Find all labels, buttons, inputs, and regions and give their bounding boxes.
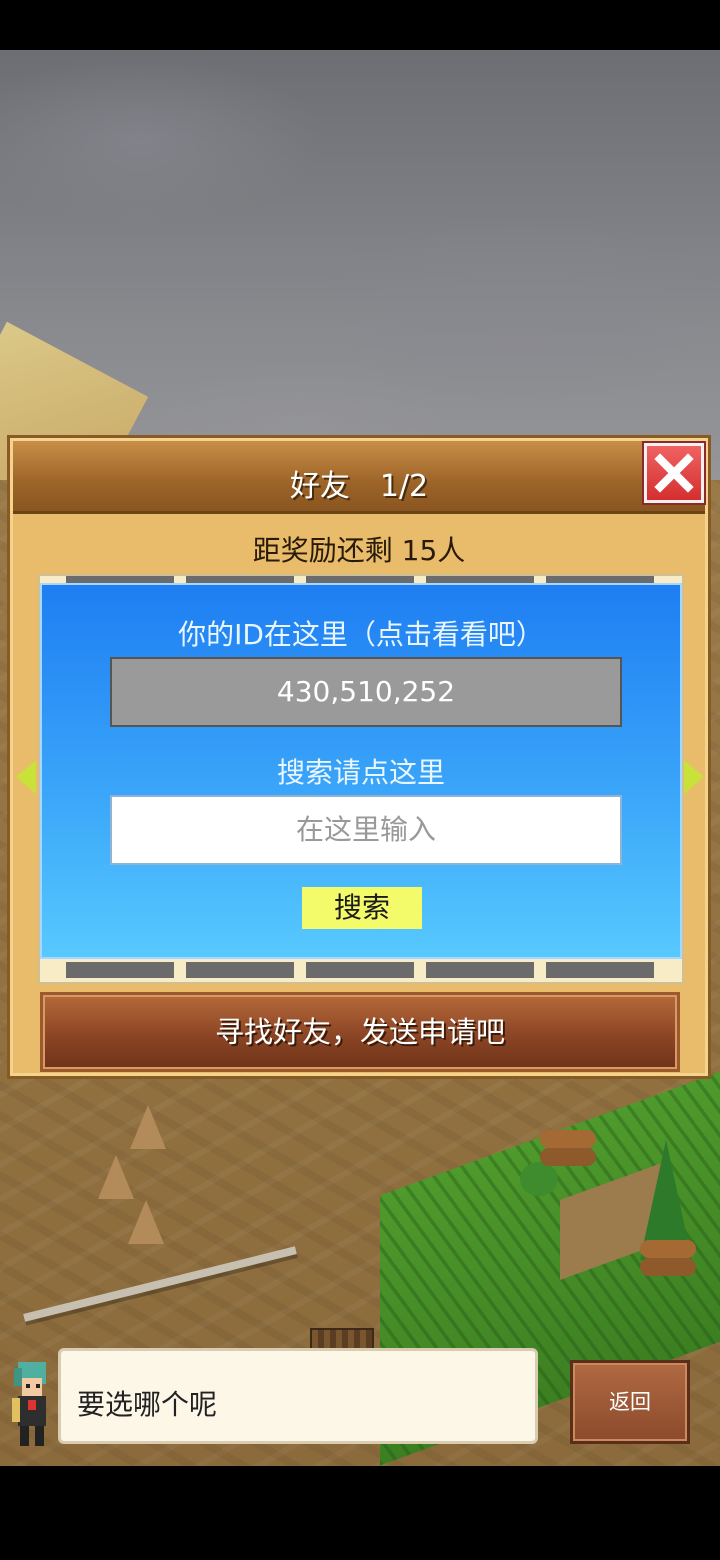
player-id-display[interactable]: 430,510,252 [110, 657, 622, 727]
arrow-left-icon[interactable] [16, 760, 36, 794]
bush [520, 1162, 558, 1196]
rock-spire [98, 1155, 134, 1199]
bottom-black-bar [0, 1466, 720, 1560]
message-box: 要选哪个呢 [58, 1348, 538, 1444]
back-button[interactable]: 返回 [570, 1360, 690, 1444]
search-label: 搜索请点这里 [276, 756, 445, 789]
friends-dialog: 好友 1/2 距奖励还剩 15人 你的ID在这里（点击看看吧） 430,510,… [7, 435, 711, 1079]
log-pile [640, 1240, 696, 1258]
search-button[interactable]: 搜索 [302, 887, 422, 929]
dialog-title: 好友 1/2 [289, 469, 429, 504]
id-search-panel: 你的ID在这里（点击看看吧） 430,510,252 搜索请点这里 在这里输入 … [40, 583, 682, 959]
rock-spire [130, 1105, 166, 1149]
close-button[interactable] [644, 443, 704, 503]
top-black-bar [0, 0, 720, 50]
dialog-header: 好友 1/2 [13, 441, 705, 514]
arrow-right-icon[interactable] [684, 760, 704, 794]
find-friends-button[interactable]: 寻找好友，发送申请吧 [40, 992, 680, 1072]
rock-spire [128, 1200, 164, 1244]
close-icon [654, 453, 694, 493]
message-text: 要选哪个呢 [77, 1388, 218, 1421]
your-id-label[interactable]: 你的ID在这里（点击看看吧） [42, 613, 680, 653]
reward-remaining-text: 距奖励还剩 15人 [252, 534, 466, 567]
tab-strip-bottom [66, 962, 666, 978]
avatar [4, 1356, 60, 1452]
search-input[interactable]: 在这里输入 [110, 795, 622, 865]
log-pile [540, 1130, 596, 1148]
